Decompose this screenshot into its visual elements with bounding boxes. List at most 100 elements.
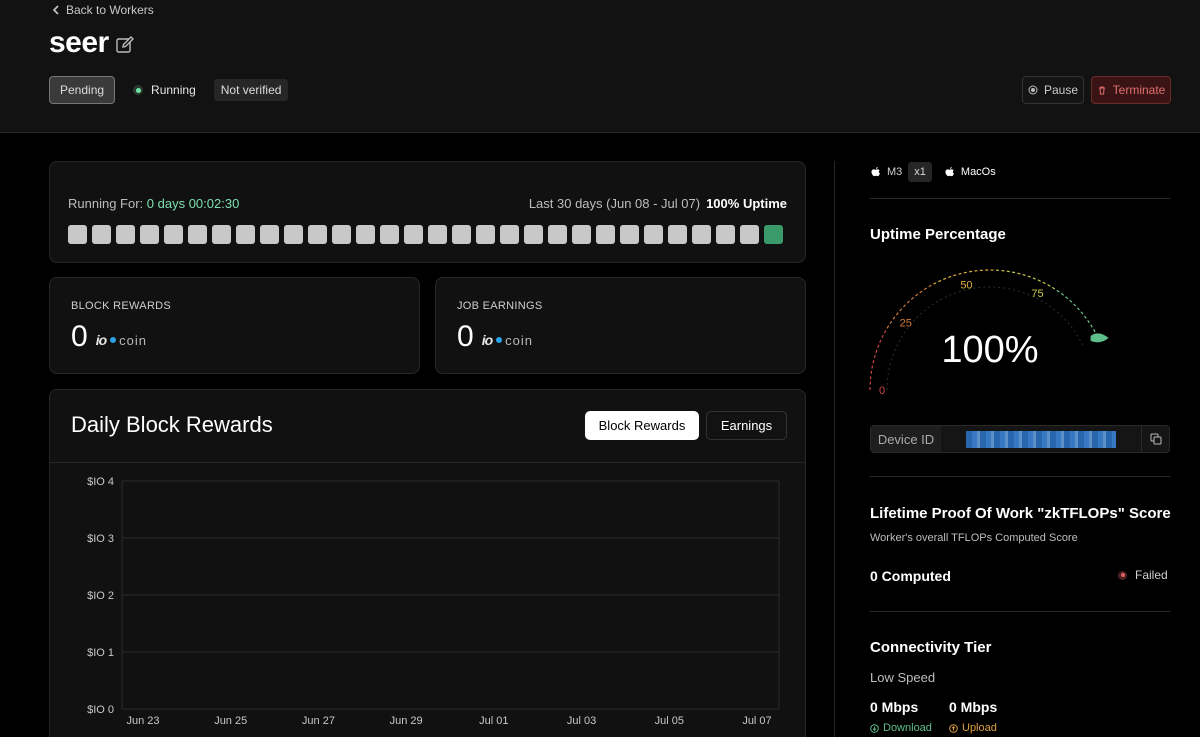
uptime-day — [572, 225, 591, 244]
apple-icon — [945, 166, 954, 176]
edit-icon[interactable] — [115, 35, 135, 55]
upload-label: Upload — [962, 722, 997, 734]
y-tick-label: $IO 0 — [87, 704, 114, 716]
uptime-day — [404, 225, 423, 244]
back-to-workers-link[interactable]: Back to Workers — [52, 3, 154, 17]
coin-dot-icon — [110, 337, 117, 343]
uptime-day — [380, 225, 399, 244]
gauge-tick — [1080, 311, 1084, 315]
uptime-day — [428, 225, 447, 244]
y-tick-label: $IO 1 — [87, 647, 114, 659]
gauge-tick — [899, 308, 903, 312]
gauge-tick — [872, 360, 875, 364]
gauge-tick — [1047, 284, 1051, 287]
pause-button[interactable]: Pause — [1022, 76, 1084, 104]
gauge-tick — [938, 279, 942, 283]
job-earnings-label: JOB EARNINGS — [457, 300, 543, 312]
divider — [870, 476, 1170, 477]
uptime-day — [332, 225, 351, 244]
coin-dot-icon — [496, 337, 503, 343]
block-rewards-card: BLOCK REWARDS 0 io coin — [49, 277, 420, 374]
gauge-tick-label: 75 — [1031, 288, 1043, 300]
device-id-label: Device ID — [871, 426, 941, 452]
job-earnings-value: 0 — [457, 320, 474, 353]
gauge-tick — [1042, 281, 1046, 285]
tab-block-rewards[interactable]: Block Rewards — [585, 411, 699, 440]
chevron-left-icon — [52, 5, 59, 15]
uptime-day — [620, 225, 639, 244]
status-pending-badge: Pending — [49, 76, 116, 104]
upload-label-row: Upload — [949, 722, 997, 734]
status-running-badge: Running — [133, 83, 196, 97]
failed-dot-icon — [1118, 570, 1127, 580]
gauge-tick — [871, 365, 874, 369]
uptime-day — [692, 225, 711, 244]
gauge-value: 100% — [941, 329, 1038, 371]
x-tick-label: Jun 27 — [302, 715, 335, 727]
io-logo-text: io — [95, 332, 107, 348]
coin-label: coin — [119, 332, 147, 348]
download-label: Download — [883, 722, 932, 734]
gauge-tick — [1037, 279, 1041, 282]
copy-icon — [1150, 433, 1161, 445]
pause-circle-icon — [1028, 85, 1038, 95]
uptime-day — [236, 225, 255, 244]
chip-count-badge: x1 — [908, 162, 932, 182]
uptime-day — [740, 225, 759, 244]
gauge-tick — [895, 312, 899, 316]
uptime-percentage-title: Uptime Percentage — [870, 226, 1006, 243]
gauge-tick — [1027, 275, 1031, 278]
status-row: Pending Running Not verified — [49, 76, 289, 104]
uptime-day — [716, 225, 735, 244]
uptime-day — [260, 225, 279, 244]
gauge-tick — [883, 330, 887, 334]
sidebar-divider — [834, 161, 835, 737]
gauge-tick-label: 0 — [879, 385, 885, 397]
io-logo-text: io — [481, 332, 493, 348]
copy-button[interactable] — [1141, 426, 1169, 452]
uptime-day — [68, 225, 87, 244]
gauge-tick — [1051, 286, 1056, 290]
uptime-day — [668, 225, 687, 244]
connectivity-title: Connectivity Tier — [870, 639, 992, 656]
chart-title: Daily Block Rewards — [71, 412, 273, 437]
gauge-tick — [1065, 296, 1069, 300]
x-tick-label: Jul 03 — [567, 715, 596, 727]
x-tick-label: Jun 29 — [390, 715, 423, 727]
gauge-tick — [928, 284, 932, 288]
y-tick-label: $IO 4 — [87, 476, 114, 488]
job-earnings-value-row: 0 io coin — [457, 320, 533, 354]
uptime-day — [284, 225, 303, 244]
x-tick-label: Jun 23 — [126, 715, 159, 727]
gauge-tick — [958, 272, 962, 275]
pow-title: Lifetime Proof Of Work "zkTFLOPs" Score — [870, 505, 1171, 522]
gauge-tick — [903, 304, 906, 308]
gauge-tick — [879, 339, 882, 343]
gauge-tick — [953, 274, 957, 277]
uptime-day — [188, 225, 207, 244]
connectivity-speed: Low Speed — [870, 670, 936, 685]
x-tick-label: Jul 07 — [742, 715, 771, 727]
device-id-redacted — [966, 431, 1116, 448]
x-tick-label: Jun 25 — [214, 715, 247, 727]
pause-label: Pause — [1043, 83, 1079, 97]
y-tick-label: $IO 2 — [87, 590, 114, 602]
gauge-tick — [933, 282, 937, 285]
gauge-tick — [889, 320, 893, 325]
gauge-tick-label: 25 — [900, 317, 912, 329]
upload-icon — [949, 723, 958, 733]
tab-earnings[interactable]: Earnings — [706, 411, 787, 440]
uptime-day — [764, 225, 783, 244]
computed-score: 0 Computed — [870, 568, 951, 584]
io-coin-logo: io coin — [96, 332, 147, 348]
terminate-button[interactable]: Terminate — [1091, 76, 1171, 104]
verification-badge: Not verified — [213, 79, 289, 101]
divider — [870, 198, 1170, 199]
gauge-tick — [1093, 329, 1096, 333]
gauge-tick — [1017, 272, 1021, 275]
gauge-tick — [906, 300, 910, 304]
running-dot-icon — [133, 85, 144, 95]
pow-subtitle: Worker's overall TFLOPs Computed Score — [870, 532, 1078, 544]
gauge-tick — [1090, 324, 1093, 328]
gauge-tick-label: 50 — [960, 280, 972, 292]
